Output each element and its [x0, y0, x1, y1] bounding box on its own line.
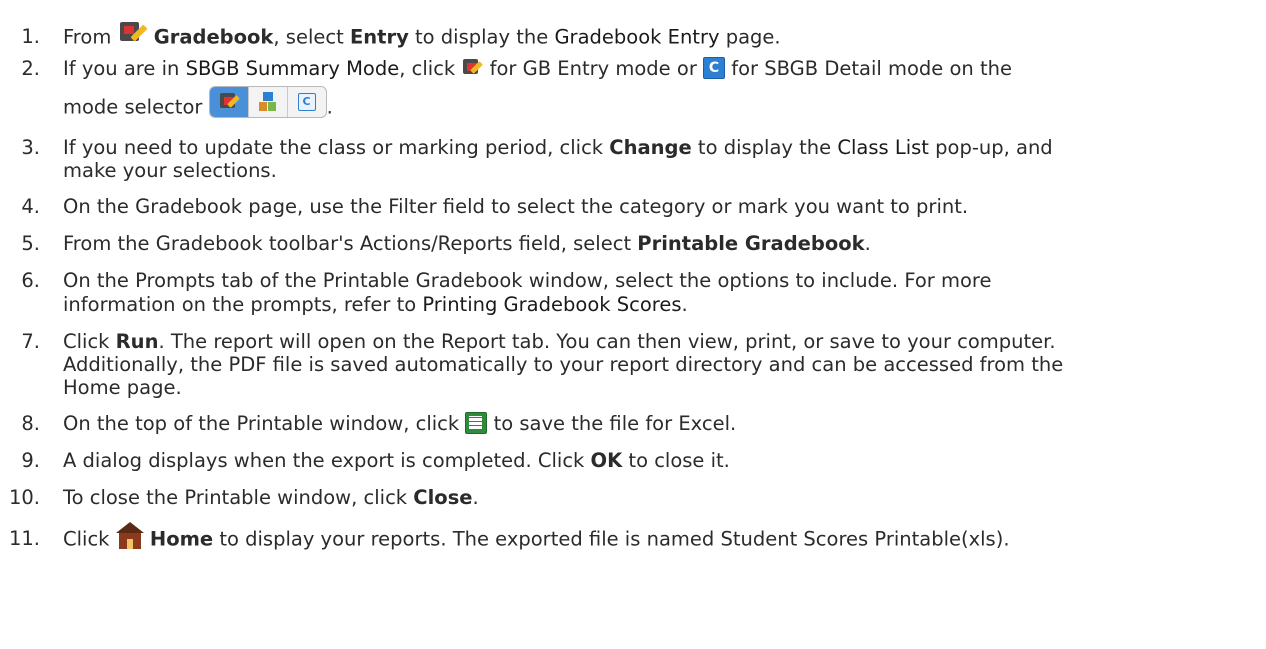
printing-gradebook-scores-link[interactable]: Printing Gradebook Scores	[422, 293, 681, 316]
entry-label: Entry	[349, 25, 409, 49]
gradebook-entry-link[interactable]: Gradebook Entry	[554, 26, 719, 49]
mode-sbgb-detail-button[interactable]: C	[288, 87, 326, 117]
ok-label: OK	[590, 449, 623, 472]
printable-gradebook-label: Printable Gradebook	[637, 232, 865, 255]
gradebook-label: Gradebook	[153, 25, 274, 49]
excel-icon	[465, 411, 488, 434]
home-label: Home	[149, 527, 214, 551]
gradebook-icon	[118, 20, 148, 48]
mode-sbgb-summary-button[interactable]	[249, 87, 288, 117]
gb-entry-icon	[218, 91, 240, 113]
run-label: Run	[115, 330, 159, 353]
home-icon	[115, 522, 144, 550]
mode-selector[interactable]: C	[208, 86, 327, 118]
gb-entry-icon	[461, 57, 484, 79]
sbgb-summary-mode-link[interactable]: SBGB Summary Mode	[186, 57, 400, 80]
instructions-document: 1. From Gradebook, select Entry to displ…	[0, 0, 1266, 649]
class-list-link[interactable]: Class List	[837, 136, 929, 159]
close-label: Close	[413, 486, 473, 509]
sbgb-detail-icon: C	[297, 93, 316, 111]
mode-gb-entry-button[interactable]	[209, 87, 249, 117]
sbgb-summary-icon	[258, 92, 277, 112]
sbgb-detail-icon: C	[703, 56, 726, 79]
change-label: Change	[609, 136, 692, 159]
step-number: 1.	[21, 25, 40, 48]
